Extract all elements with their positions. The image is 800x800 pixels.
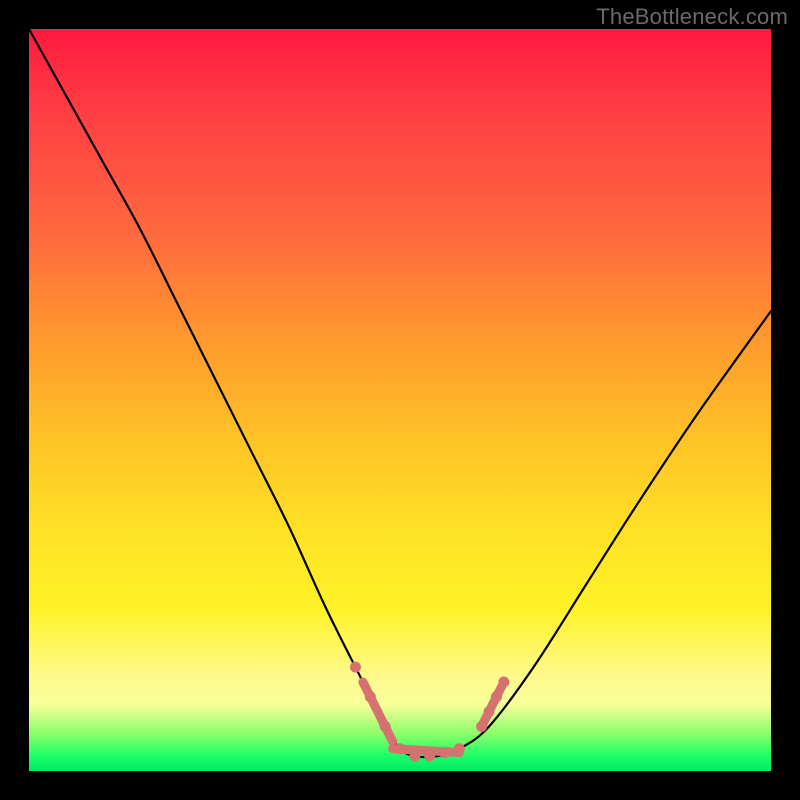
- curve-svg: [29, 29, 771, 771]
- marker-segments: [363, 682, 504, 752]
- watermark-text: TheBottleneck.com: [596, 4, 788, 30]
- marker-segment: [363, 682, 393, 741]
- marker-dot: [409, 751, 420, 762]
- marker-dot: [439, 747, 450, 758]
- marker-dot: [350, 662, 361, 673]
- marker-dot: [395, 743, 406, 754]
- marker-dot: [476, 721, 487, 732]
- marker-dot: [491, 691, 502, 702]
- marker-dot: [484, 706, 495, 717]
- marker-segment: [482, 682, 504, 727]
- marker-dot: [498, 676, 509, 687]
- outer-frame: TheBottleneck.com: [0, 0, 800, 800]
- marker-dot: [454, 743, 465, 754]
- plot-area: [29, 29, 771, 771]
- marker-dot: [380, 721, 391, 732]
- marker-dot: [365, 691, 376, 702]
- marker-dot: [424, 751, 435, 762]
- bottleneck-curve: [29, 29, 771, 757]
